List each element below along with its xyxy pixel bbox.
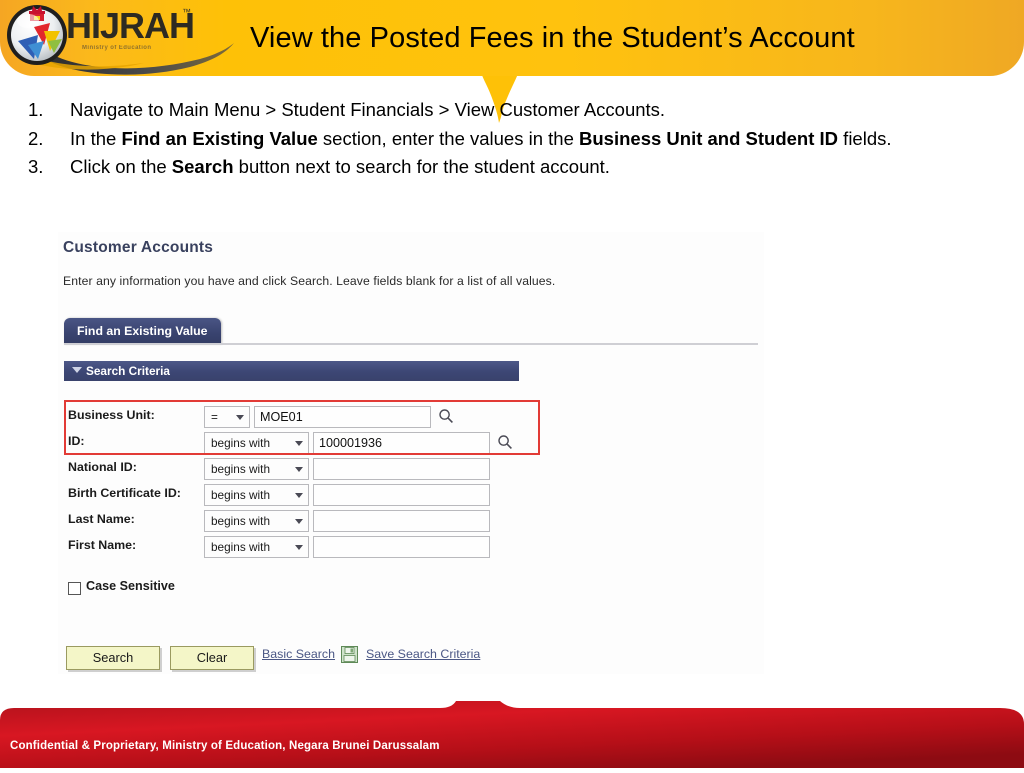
criteria-row: First Name: begins with <box>64 534 534 559</box>
search-button[interactable]: Search <box>66 646 160 670</box>
criteria-value-input[interactable] <box>313 510 490 532</box>
lookup-search-icon[interactable] <box>497 434 513 450</box>
tab-underline-rule <box>64 343 758 345</box>
criteria-label: National ID: <box>68 460 137 474</box>
instruction-fragment: Click on the <box>70 156 172 177</box>
instruction-number: 3. <box>28 156 44 177</box>
instruction-item: 1. Navigate to Main Menu > Student Financ… <box>22 96 1007 125</box>
criteria-operator-value: begins with <box>211 488 271 502</box>
criteria-value-text: 100001936 <box>319 436 383 450</box>
criteria-label: Last Name: <box>68 512 135 526</box>
footer-banner: Confidential & Proprietary, Ministry of … <box>0 700 1024 768</box>
instruction-number: 2. <box>28 127 44 149</box>
instruction-text: Click on the Search button next to searc… <box>70 153 1007 182</box>
instruction-item: 2. In the Find an Existing Value section,… <box>22 125 1007 154</box>
instruction-fragment: section, enter the values in the <box>317 127 580 149</box>
criteria-row: ID: begins with 100001936 <box>64 430 534 455</box>
logo-wordmark: HIJRAH <box>66 5 195 46</box>
criteria-row: Business Unit: = MOE01 <box>64 404 534 429</box>
criteria-operator-select[interactable]: begins with <box>204 458 309 480</box>
instruction-list: 1. Navigate to Main Menu > Student Financ… <box>22 96 1007 182</box>
criteria-value-input[interactable] <box>313 484 490 506</box>
chevron-down-icon[interactable] <box>295 467 303 472</box>
basic-search-link[interactable]: Basic Search <box>262 647 335 661</box>
case-sensitive-checkbox[interactable] <box>68 582 81 595</box>
chevron-down-icon[interactable] <box>295 519 303 524</box>
criteria-operator-select[interactable]: begins with <box>204 510 309 532</box>
hijrah-logo: HIJRAH ™ Ministry of Education <box>4 1 244 77</box>
logo-trademark: ™ <box>182 7 191 17</box>
criteria-operator-value: = <box>211 410 218 424</box>
instruction-fragment: In the <box>70 127 122 149</box>
criteria-value-text: MOE01 <box>260 410 303 424</box>
triangle-down-icon[interactable] <box>72 367 82 373</box>
criteria-operator-value: begins with <box>211 514 271 528</box>
search-criteria-label: Search Criteria <box>86 364 170 378</box>
criteria-row: Last Name: begins with <box>64 508 534 533</box>
instruction-fragment: fields. <box>838 127 892 149</box>
chevron-down-icon[interactable] <box>236 415 244 420</box>
instruction-number: 1. <box>28 99 44 120</box>
lookup-search-icon[interactable] <box>438 408 454 424</box>
search-help-text: Enter any information you have and click… <box>63 274 556 288</box>
criteria-row: National ID: begins with <box>64 456 534 481</box>
tab-find-an-existing-value[interactable]: Find an Existing Value <box>64 318 221 344</box>
criteria-value-input[interactable]: 100001936 <box>313 432 490 454</box>
instruction-emphasis: Find an Existing Value <box>121 127 318 149</box>
chevron-down-icon[interactable] <box>295 441 303 446</box>
floppy-disk-save-icon[interactable] <box>341 646 358 663</box>
case-sensitive-label: Case Sensitive <box>86 579 175 593</box>
criteria-value-input[interactable] <box>313 458 490 480</box>
footer-text: Confidential & Proprietary, Ministry of … <box>10 740 440 752</box>
criteria-value-input[interactable]: MOE01 <box>254 406 431 428</box>
criteria-operator-select[interactable]: begins with <box>204 432 309 454</box>
instruction-text: Navigate to Main Menu > Student Financia… <box>70 96 1007 125</box>
customer-accounts-heading: Customer Accounts <box>63 239 214 256</box>
instruction-emphasis: Business Unit and Student ID <box>579 127 839 149</box>
criteria-label: Business Unit: <box>68 408 155 422</box>
search-criteria-section-bar[interactable]: Search Criteria <box>64 361 519 381</box>
chevron-down-icon[interactable] <box>295 545 303 550</box>
criteria-operator-value: begins with <box>211 436 271 450</box>
chevron-down-icon[interactable] <box>295 493 303 498</box>
instruction-fragment: button next to search for the student ac… <box>233 156 610 177</box>
criteria-label: First Name: <box>68 538 137 552</box>
criteria-value-input[interactable] <box>313 536 490 558</box>
criteria-label: ID: <box>68 434 85 448</box>
criteria-label: Birth Certificate ID: <box>68 486 181 500</box>
criteria-operator-select[interactable]: begins with <box>204 536 309 558</box>
logo-tagline: Ministry of Education <box>82 45 152 51</box>
page-title: View the Posted Fees in the Student’s Ac… <box>250 22 855 54</box>
save-search-criteria-link[interactable]: Save Search Criteria <box>366 647 480 661</box>
instruction-fragment: Navigate to Main Menu > Student Financia… <box>70 99 666 120</box>
peoplesoft-search-screenshot: Customer Accounts Enter any information … <box>58 232 764 674</box>
criteria-operator-select[interactable]: = <box>204 406 250 428</box>
instruction-item: 3. Click on the Search button next to sea… <box>22 153 1007 182</box>
instruction-emphasis: Search <box>171 156 234 177</box>
instruction-text: In the Find an Existing Value section, e… <box>70 125 1007 154</box>
criteria-operator-value: begins with <box>211 540 271 554</box>
criteria-operator-value: begins with <box>211 462 271 476</box>
criteria-operator-select[interactable]: begins with <box>204 484 309 506</box>
clear-button[interactable]: Clear <box>170 646 254 670</box>
criteria-row: Birth Certificate ID: begins with <box>64 482 534 507</box>
